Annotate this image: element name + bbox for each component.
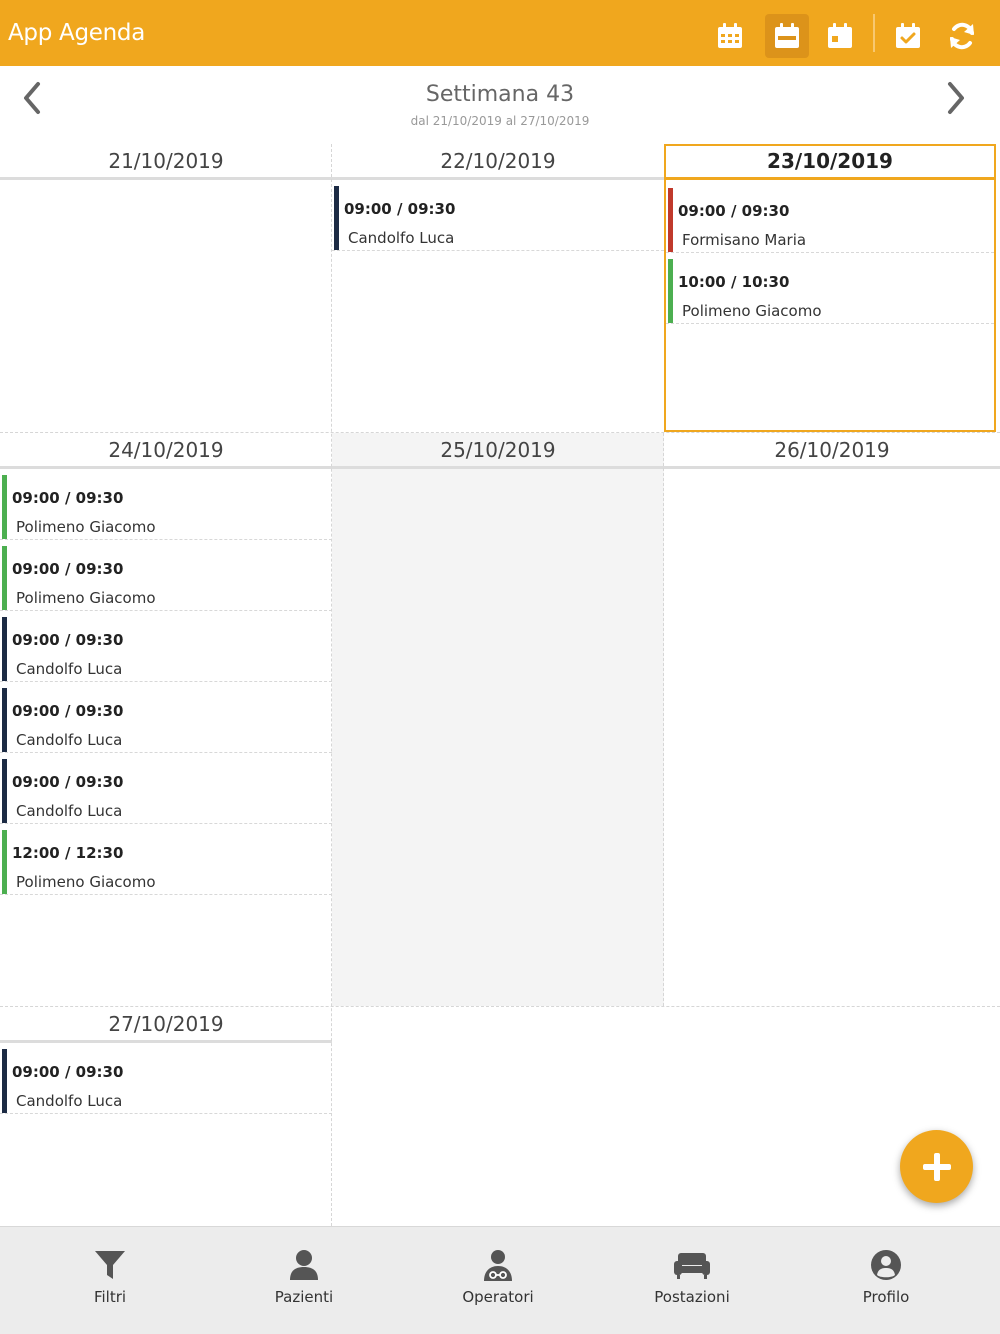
app-bar: App Agenda (0, 0, 1000, 66)
appointment-color-bar (2, 617, 7, 681)
nav-operatori[interactable]: Operatori (398, 1227, 598, 1334)
appointment-item[interactable]: 09:00 / 09:30 Polimeno Giacomo (0, 469, 332, 540)
week-range: dal 21/10/2019 al 27/10/2019 (410, 114, 590, 128)
appointment-time: 09:00 / 09:30 (12, 489, 124, 507)
bottom-navigation: Filtri Pazienti Operatori Postazioni Pro… (0, 1226, 1000, 1334)
appointment-time: 09:00 / 09:30 (12, 773, 124, 791)
appointment-color-bar (2, 475, 7, 539)
day-date: 24/10/2019 (0, 433, 332, 469)
user-icon (284, 1245, 324, 1285)
appointment-patient: Polimeno Giacomo (682, 302, 822, 320)
column-divider (663, 433, 664, 1006)
appointment-color-bar (2, 546, 7, 610)
header-separator (873, 14, 875, 52)
day-appointments: 09:00 / 09:30 Candolfo Luca (332, 180, 664, 432)
appointment-item[interactable]: 09:00 / 09:30 Candolfo Luca (0, 1043, 332, 1114)
day-cell-closed[interactable]: 25/10/2019 (332, 433, 664, 1006)
day-appointments: 09:00 / 09:30 Candolfo Luca (0, 1043, 332, 1225)
refresh-icon[interactable] (940, 14, 984, 58)
nav-label: Pazienti (274, 1288, 334, 1306)
nav-label: Operatori (462, 1288, 534, 1306)
plus-icon (922, 1152, 951, 1181)
appointment-time: 09:00 / 09:30 (12, 631, 124, 649)
day-appointments: 09:00 / 09:30 Formisano Maria 10:00 / 10:3… (666, 182, 994, 430)
appointment-patient: Polimeno Giacomo (16, 873, 156, 891)
week-navigation: Settimana 43 dal 21/10/2019 al 27/10/201… (0, 66, 1000, 144)
add-appointment-button[interactable] (900, 1130, 973, 1203)
appointment-patient: Formisano Maria (682, 231, 807, 249)
calendar-month-icon[interactable] (708, 14, 752, 58)
appointment-color-bar (668, 188, 673, 252)
week-title: Settimana 43 (425, 82, 575, 107)
calendar-day-icon[interactable] (818, 14, 862, 58)
appointment-time: 12:00 / 12:30 (12, 844, 124, 862)
couch-icon (672, 1245, 712, 1285)
day-cell[interactable]: 21/10/2019 (0, 144, 332, 432)
day-date: 22/10/2019 (332, 144, 664, 180)
day-appointments (332, 469, 664, 1006)
appointment-patient: Polimeno Giacomo (16, 518, 156, 536)
appointment-item[interactable]: 10:00 / 10:30 Polimeno Giacomo (666, 253, 994, 324)
day-cell-today[interactable]: 23/10/2019 09:00 / 09:30 Formisano Maria 1… (664, 144, 996, 432)
day-cell[interactable]: 26/10/2019 (664, 433, 1000, 1006)
appointment-patient: Candolfo Luca (16, 802, 123, 820)
doctor-icon (478, 1245, 518, 1285)
appointment-patient: Polimeno Giacomo (16, 589, 156, 607)
nav-profilo[interactable]: Profilo (786, 1227, 986, 1334)
nav-label: Postazioni (654, 1288, 730, 1306)
day-date: 23/10/2019 (666, 144, 994, 180)
appointment-color-bar (334, 186, 339, 250)
day-date: 26/10/2019 (664, 433, 1000, 469)
appointment-item[interactable]: 09:00 / 09:30 Candolfo Luca (332, 180, 664, 251)
profile-icon (866, 1245, 906, 1285)
nav-label: Profilo (862, 1288, 910, 1306)
day-date: 27/10/2019 (0, 1007, 332, 1043)
appointment-time: 09:00 / 09:30 (344, 200, 456, 218)
appointment-item[interactable]: 09:00 / 09:30 Candolfo Luca (0, 753, 332, 824)
next-week-button[interactable] (936, 78, 976, 118)
filter-icon (90, 1245, 130, 1285)
appointment-color-bar (2, 688, 7, 752)
appointment-color-bar (2, 759, 7, 823)
appointment-time: 10:00 / 10:30 (678, 273, 790, 291)
day-appointments: 09:00 / 09:30 Polimeno Giacomo 09:00 / 09:… (0, 469, 332, 1006)
nav-label: Filtri (93, 1288, 127, 1306)
appointment-patient: Candolfo Luca (348, 229, 455, 247)
appointment-item[interactable]: 12:00 / 12:30 Polimeno Giacomo (0, 824, 332, 895)
appointment-patient: Candolfo Luca (16, 1092, 123, 1110)
day-date: 25/10/2019 (332, 433, 664, 469)
day-cell[interactable]: 24/10/2019 09:00 / 09:30 Polimeno Giacomo… (0, 433, 332, 1006)
appointment-patient: Candolfo Luca (16, 731, 123, 749)
appointment-time: 09:00 / 09:30 (12, 560, 124, 578)
nav-postazioni[interactable]: Postazioni (592, 1227, 792, 1334)
appointment-patient: Candolfo Luca (16, 660, 123, 678)
appointment-color-bar (2, 830, 7, 894)
day-appointments (664, 469, 1000, 1006)
appointment-time: 09:00 / 09:30 (12, 702, 124, 720)
calendar-week-icon[interactable] (765, 14, 809, 58)
row-divider (0, 432, 1000, 433)
appointment-item[interactable]: 09:00 / 09:30 Candolfo Luca (0, 682, 332, 753)
day-cell[interactable]: 22/10/2019 09:00 / 09:30 Candolfo Luca (332, 144, 664, 432)
appointment-color-bar (2, 1049, 7, 1113)
app-title: App Agenda (8, 20, 145, 46)
chevron-right-icon (948, 82, 964, 114)
appointment-item[interactable]: 09:00 / 09:30 Formisano Maria (666, 182, 994, 253)
appointment-time: 09:00 / 09:30 (12, 1063, 124, 1081)
row-divider (0, 1006, 1000, 1007)
nav-filtri[interactable]: Filtri (10, 1227, 210, 1334)
appointment-color-bar (668, 259, 673, 323)
nav-pazienti[interactable]: Pazienti (204, 1227, 404, 1334)
appointment-item[interactable]: 09:00 / 09:30 Polimeno Giacomo (0, 540, 332, 611)
calendar-check-icon[interactable] (886, 14, 930, 58)
day-cell[interactable]: 27/10/2019 09:00 / 09:30 Candolfo Luca (0, 1007, 332, 1225)
day-date: 21/10/2019 (0, 144, 332, 180)
appointment-item[interactable]: 09:00 / 09:30 Candolfo Luca (0, 611, 332, 682)
day-appointments (0, 180, 332, 432)
column-divider (331, 144, 332, 1226)
appointment-time: 09:00 / 09:30 (678, 202, 790, 220)
